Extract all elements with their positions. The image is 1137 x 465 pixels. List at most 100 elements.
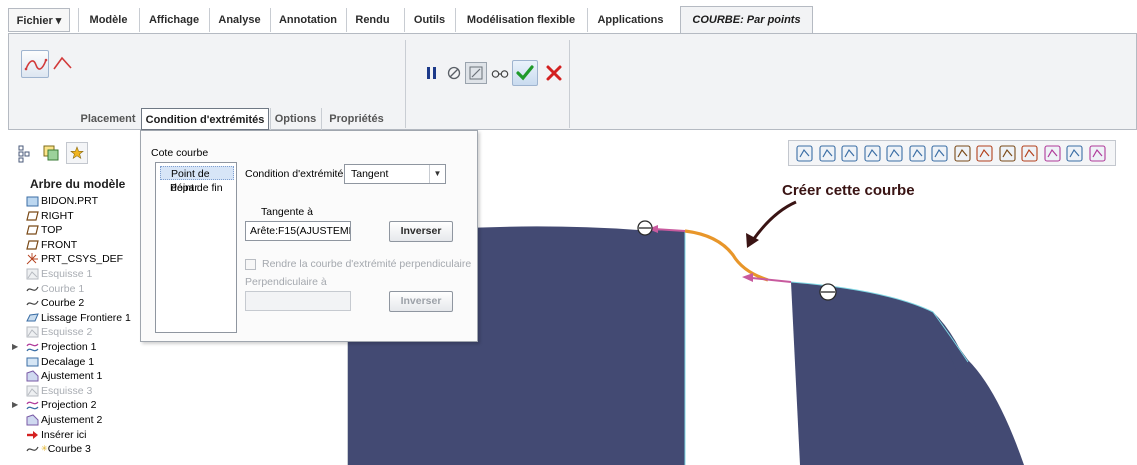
display-style-icon[interactable] [885,144,904,163]
datum-plane-icon [26,224,39,236]
tangent-arrow-end [751,277,792,283]
tree-item[interactable]: Ajustement 2 [26,413,102,427]
layers-icon [43,145,59,161]
tree-item[interactable]: Ajustement 1 [26,369,102,383]
datum-plane-icon [26,239,39,251]
layers-button[interactable] [40,142,62,164]
cancel-button[interactable] [543,62,565,84]
end-point-start[interactable]: Point de dépar [160,166,234,194]
tree-structure-icon [18,145,30,163]
tree-item[interactable]: BIDON.PRT [26,194,98,208]
tree-item-label: Esquisse 1 [41,268,93,280]
zoom-in-icon[interactable] [818,144,837,163]
end-condition-value: Tangent [351,168,389,180]
tab-modele[interactable]: Modèle [78,8,138,32]
csys-icon [26,253,39,265]
model-tree-header: Arbre du modèle [30,177,126,191]
trim-icon [26,370,39,382]
repaint-icon[interactable] [863,144,882,163]
spin-center-icon[interactable] [1088,144,1107,163]
tab-affichage[interactable]: Affichage [139,8,208,32]
zoom-out-icon[interactable] [840,144,859,163]
tree-item[interactable]: Esquisse 2 [26,325,92,339]
datum-axes-icon[interactable] [998,144,1017,163]
tree-item[interactable]: Decalage 1 [26,355,94,369]
ok-button[interactable] [512,60,538,86]
tree-item[interactable]: ✳ Courbe 3 [26,442,91,456]
sketch-icon [26,385,39,397]
tree-item[interactable]: Courbe 1 [26,282,84,296]
tree-item-label: Projection 1 [41,341,97,353]
ribbon-divider [569,40,570,128]
curve-icon [26,297,39,309]
subtab-placement[interactable]: Placement [75,108,141,130]
zoom-window-icon[interactable] [795,144,814,163]
tangent-to-field[interactable]: Arête:F15(AJUSTEMEI [245,221,351,241]
no-preview-button[interactable] [443,62,465,84]
tree-view-button[interactable] [14,142,36,164]
tab-annotation[interactable]: Annotation [270,8,345,32]
saved-views-icon[interactable] [908,144,927,163]
perpendicular-checkbox[interactable]: Rendre la courbe d'extrémité perpendicul… [245,258,471,270]
tree-item[interactable]: Lissage Frontiere 1 [26,311,131,325]
view-manager-icon[interactable] [930,144,949,163]
attached-preview-button[interactable] [465,62,487,84]
tree-item[interactable]: ▶ Projection 2 [12,398,96,412]
ribbon: Placement Condition d'extrémités Options… [8,33,1137,130]
tree-item[interactable]: ▶ Projection 1 [12,340,97,354]
datum-points-icon[interactable] [1020,144,1039,163]
offset-icon [26,356,39,368]
perspective-icon[interactable] [953,144,972,163]
end-point-list[interactable]: Point de dépar Point de fin [155,162,237,333]
tab-analyse[interactable]: Analyse [209,8,269,32]
invert-perpendicular-button[interactable]: Inverser [389,291,453,312]
tree-item[interactable]: TOP [26,223,62,237]
tab-rendu[interactable]: Rendu [346,8,398,32]
end-condition-select[interactable]: Tangent ▼ [344,164,446,184]
new-feature-star-icon: ✳ [41,444,48,454]
tree-item[interactable]: Insérer ici [26,428,87,442]
tree-item-label: Courbe 2 [41,297,85,310]
verify-mode-button[interactable] [489,62,511,84]
tree-item[interactable]: Courbe 2 [26,296,84,310]
annotation-arrow [751,200,797,241]
csys-display-icon[interactable] [1043,144,1062,163]
polyline-curve-button[interactable] [51,52,75,76]
projection-icon [26,399,39,411]
pause-button[interactable] [421,62,443,84]
end-point-end[interactable]: Point de fin [160,181,234,195]
tree-item[interactable]: Esquisse 1 [26,267,92,281]
chevron-down-icon: ▼ [429,165,445,183]
spline-curve-button[interactable] [21,50,49,78]
invert-tangent-button[interactable]: Inverser [389,221,453,242]
expand-arrow-icon[interactable]: ▶ [12,398,18,412]
tree-item-label: TOP [41,224,63,237]
tab-modelisation-flexible[interactable]: Modélisation flexible [455,8,586,32]
annotation-display-icon[interactable] [1065,144,1084,163]
curve-new-icon [26,443,39,455]
tab-outils[interactable]: Outils [404,8,454,32]
perpendicular-to-field[interactable] [245,291,351,311]
tree-item[interactable]: RIGHT [26,209,74,223]
checkbox-box[interactable] [245,258,256,270]
no-preview-icon [447,66,461,80]
menu-bar: Fichier ▾ Modèle Affichage Analyse Annot… [0,0,1137,34]
subtab-condition-extremites[interactable]: Condition d'extrémités [141,108,269,130]
tree-item[interactable]: Esquisse 3 [26,384,92,398]
favorites-button[interactable] [66,142,88,164]
expand-arrow-icon[interactable]: ▶ [12,340,18,354]
tree-item-label: Ajustement 1 [41,370,103,383]
subtab-proprietes[interactable]: Propriétés [321,108,391,130]
tab-applications[interactable]: Applications [587,8,673,32]
boundary-blend-icon [26,312,39,324]
datum-planes-icon[interactable] [975,144,994,163]
sketch-icon [26,326,39,338]
tree-item[interactable]: PRT_CSYS_DEF [26,252,123,266]
file-menu[interactable]: Fichier ▾ [8,8,70,32]
tab-courbe-par-points[interactable]: COURBE: Par points [680,6,813,34]
subtab-options[interactable]: Options [270,108,320,130]
tree-item[interactable]: FRONT [26,238,77,252]
datum-plane-icon [26,210,39,222]
tree-item-label: Esquisse 2 [41,326,93,339]
end-condition-label: Condition d'extrémité [245,168,344,180]
